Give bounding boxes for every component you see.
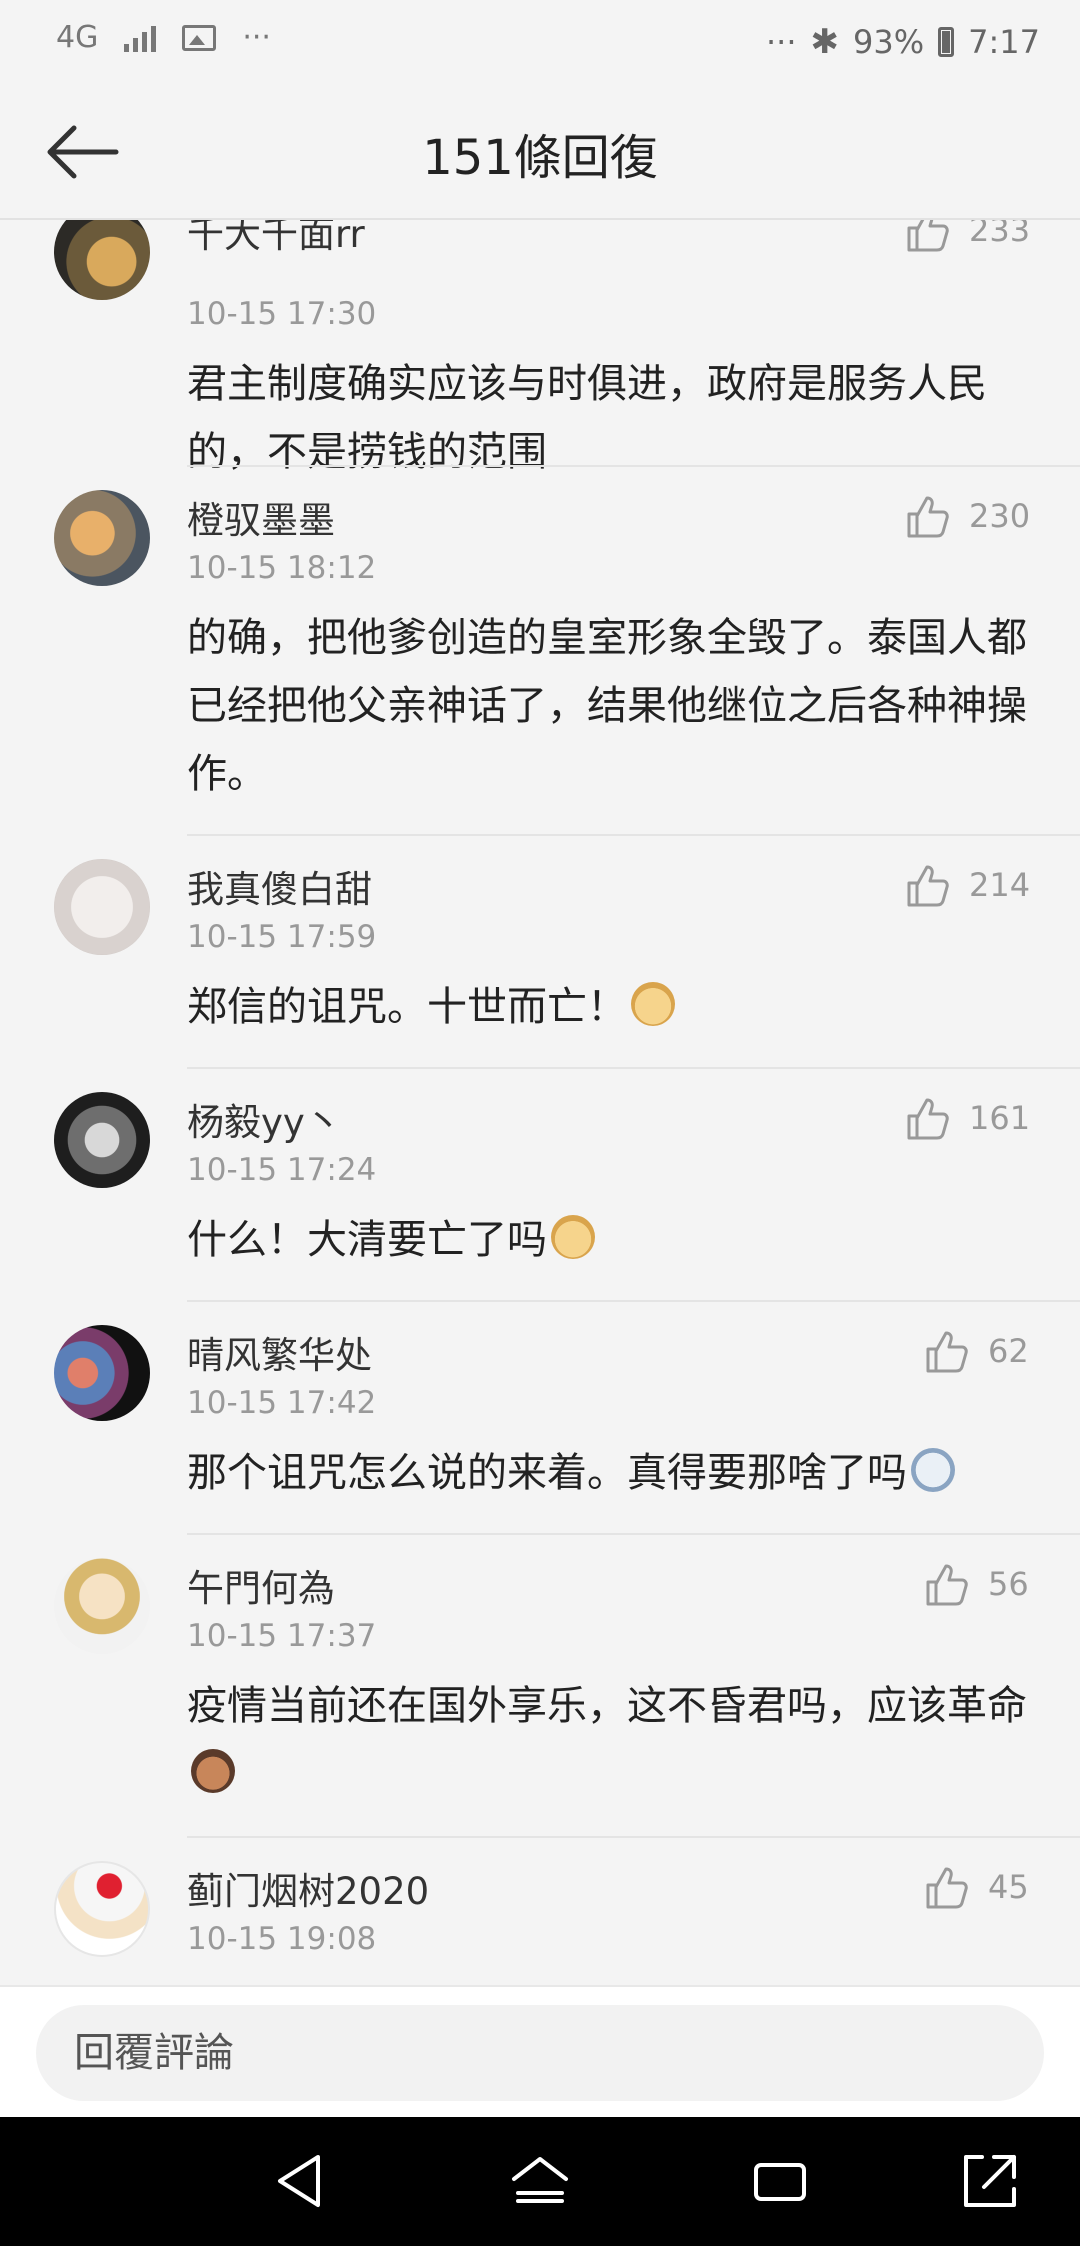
comment-time: 10-15 17:42 [187,1385,377,1421]
thumbs-up-icon [907,218,949,252]
expand-icon [964,2155,1016,2207]
nav-back-button[interactable] [268,2149,332,2213]
thumbs-up-icon [907,865,949,907]
network-indicator: 4G [56,19,99,55]
like-button[interactable]: 230 [903,492,1030,540]
page-title: 151條回復 [422,130,658,186]
comment-item: 我真傻白甜 214 10-15 17:59 郑信的诅咒。十世而亡！ [0,835,1080,1067]
like-count: 161 [969,1099,1031,1137]
comment-list[interactable]: 千大千面rr 233 10-15 17:30 君主制度确实应该与时俱进，政府是服… [0,218,1080,1985]
comment-text-body: 郑信的诅咒。十世而亡！ [187,984,627,1030]
nav-expand-button[interactable] [958,2149,1022,2213]
avatar[interactable] [54,218,150,300]
thumbs-up-icon [926,1331,968,1373]
status-bar: 4G ··· ··· ✱ 93% 7:17 [0,0,1080,90]
crazy-face-emoji [911,1448,955,1492]
comment-text-body: 什么！大清要亡了吗 [187,1217,547,1263]
doge-emoji [631,982,675,1026]
like-count: 214 [969,866,1031,904]
comment-text-body: 疫情当前还在国外享乐，这不昏君吗，应该革命 [187,1683,1027,1729]
comment-text-body: 那个诅咒怎么说的来着。真得要那啥了吗 [187,1450,907,1496]
home-icon [512,2157,568,2203]
reply-input[interactable]: 回覆評論 [36,2005,1044,2101]
comment-text: 那个诅咒怎么说的来着。真得要那啥了吗 [187,1439,1037,1507]
comment-username[interactable]: 晴风繁华处 [187,1325,372,1379]
more-status-icon: ··· [766,23,797,61]
comment-item: 橙驭墨墨 230 10-15 18:12 的确，把他爹创造的皇室形象全毁了。泰国… [0,466,1080,834]
avatar[interactable] [54,490,150,586]
battery-percent: 93% [853,23,925,61]
monkey-emoji [191,1749,235,1793]
comment-time: 10-15 19:08 [187,1921,377,1957]
comment-text: 的确，把他爹创造的皇室形象全毁了。泰国人都已经把他父亲神话了，结果他继位之后各种… [187,615,1027,797]
comment-text: 郑信的诅咒。十世而亡！ [187,973,1037,1041]
like-button[interactable]: 233 [903,218,1030,254]
comment-time: 10-15 17:30 [187,296,377,332]
more-notifications-icon: ··· [242,20,271,55]
comment-item: 晴风繁华处 62 10-15 17:42 那个诅咒怎么说的来着。真得要那啥了吗 [0,1301,1080,1533]
avatar[interactable] [54,859,150,955]
avatar[interactable] [54,1861,150,1957]
comment-time: 10-15 17:37 [187,1618,377,1654]
comment-username[interactable]: 蓟门烟树2020 [187,1861,429,1915]
doge-emoji [551,1215,595,1259]
comment-username[interactable]: 千大千面rr [187,218,365,258]
clock: 7:17 [968,23,1040,61]
nav-recents-button[interactable] [748,2149,812,2213]
like-button[interactable]: 62 [922,1327,1029,1375]
like-button[interactable]: 45 [922,1863,1029,1911]
thumbs-up-icon [926,1564,968,1606]
battery-icon [938,27,955,57]
comment-item: 午門何為 56 10-15 17:37 疫情当前还在国外享乐，这不昏君吗，应该革… [0,1534,1080,1836]
comment-username[interactable]: 杨毅yy丶 [187,1092,342,1146]
comment-username[interactable]: 我真傻白甜 [187,859,372,913]
page-header: 151條回復 [0,90,1080,220]
comment-item: 蓟门烟树2020 45 10-15 19:08 [0,1837,1080,1985]
bluetooth-icon: ✱ [810,22,840,62]
thumbs-up-icon [907,496,949,538]
like-count: 233 [969,218,1031,249]
like-count: 56 [988,1565,1029,1603]
thumbs-up-icon [926,1867,968,1909]
comment-text: 什么！大清要亡了吗 [187,1206,1037,1274]
comment-time: 10-15 17:59 [187,919,377,955]
like-button[interactable]: 214 [903,861,1030,909]
like-button[interactable]: 56 [922,1560,1029,1608]
like-count: 62 [988,1332,1029,1370]
reply-bar: 回覆評論 [0,1985,1080,2119]
comment-time: 10-15 17:24 [187,1152,377,1188]
comment-text: 疫情当前还在国外享乐，这不昏君吗，应该革命 [187,1672,1037,1808]
like-button[interactable]: 161 [903,1094,1030,1142]
comment-username[interactable]: 午門何為 [187,1558,335,1612]
nav-home-button[interactable] [508,2149,572,2213]
avatar[interactable] [54,1558,150,1654]
like-count: 45 [988,1868,1029,1906]
thumbs-up-icon [907,1098,949,1140]
like-count: 230 [969,497,1031,535]
recents-icon [754,2163,806,2201]
signal-icon [124,24,157,52]
comment-username[interactable]: 橙驭墨墨 [187,490,335,544]
avatar[interactable] [54,1092,150,1188]
image-notification-icon [182,24,217,51]
comment-time: 10-15 18:12 [187,550,377,586]
comment-item: 杨毅yy丶 161 10-15 17:24 什么！大清要亡了吗 [0,1068,1080,1300]
triangle-back-icon [278,2155,320,2207]
system-nav-bar [0,2117,1080,2246]
avatar[interactable] [54,1325,150,1421]
